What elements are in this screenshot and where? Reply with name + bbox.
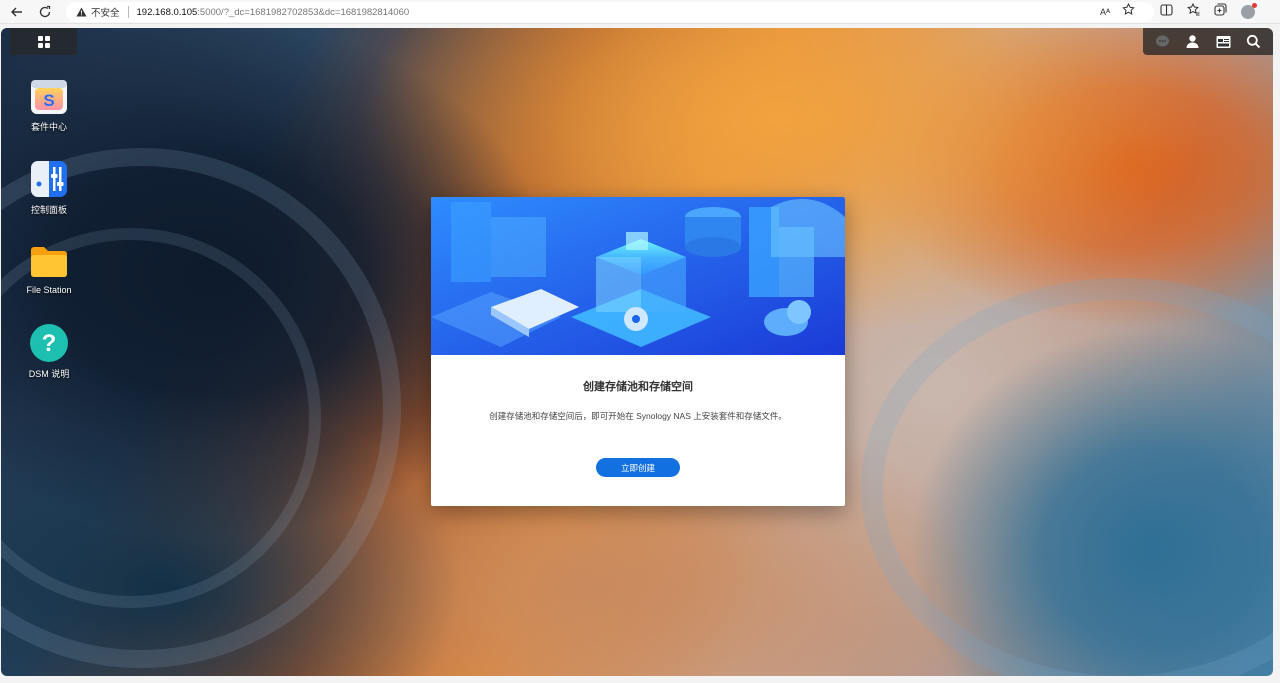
security-label: 不安全 bbox=[91, 8, 120, 19]
dsm-desktop: S 套件中心 控制面板 File Station ? DSM 说明 创建存储池和… bbox=[1, 28, 1273, 676]
split-screen-button[interactable] bbox=[1160, 3, 1173, 21]
reload-button[interactable] bbox=[30, 0, 60, 24]
url-host: 192.168.0.105 bbox=[136, 6, 198, 18]
collections-button[interactable] bbox=[1214, 3, 1227, 21]
user-button[interactable] bbox=[1183, 32, 1203, 52]
read-aloud-icon: Aᴬ bbox=[1100, 7, 1111, 17]
widgets-button[interactable] bbox=[1213, 32, 1233, 52]
favorites-icon bbox=[1187, 2, 1200, 16]
warning-icon bbox=[76, 7, 87, 17]
security-indicator[interactable]: 不安全 bbox=[76, 5, 120, 19]
apps-grid-icon bbox=[37, 35, 50, 48]
package-center-icon: S bbox=[31, 80, 67, 114]
create-storage-dialog: 创建存储池和存储空间 创建存储池和存储空间后，即可开始在 Synology NA… bbox=[431, 197, 845, 506]
search-button[interactable] bbox=[1244, 32, 1264, 52]
dialog-description: 创建存储池和存储空间后，即可开始在 Synology NAS 上安装套件和存储文… bbox=[489, 411, 787, 421]
back-button[interactable] bbox=[2, 0, 32, 24]
desktop-icon-label: DSM 说明 bbox=[28, 369, 70, 379]
reload-icon bbox=[39, 5, 51, 18]
desktop-shortcut-control-panel[interactable]: 控制面板 bbox=[9, 159, 89, 216]
browser-toolbar: 不安全 192.168.0.105:5000/?_dc=168198270285… bbox=[0, 0, 1280, 24]
create-now-button[interactable]: 立即创建 bbox=[596, 458, 680, 477]
back-arrow-icon bbox=[11, 7, 22, 17]
control-panel-icon bbox=[31, 161, 67, 197]
desktop-shortcut-package-center[interactable]: S 套件中心 bbox=[9, 76, 89, 133]
favorites-button[interactable] bbox=[1187, 2, 1200, 21]
split-screen-icon bbox=[1160, 4, 1173, 16]
dialog-title: 创建存储池和存储空间 bbox=[583, 381, 693, 393]
profile-button[interactable] bbox=[1241, 3, 1257, 19]
main-menu-button[interactable] bbox=[10, 28, 77, 55]
help-icon: ? bbox=[30, 324, 68, 362]
url-path: :5000/?_dc=1681982702853&dc=168198281406… bbox=[197, 6, 410, 18]
address-bar[interactable]: 不安全 192.168.0.105:5000/?_dc=168198270285… bbox=[66, 2, 1154, 22]
read-aloud-button[interactable]: Aᴬ bbox=[1100, 7, 1110, 17]
desktop-shortcut-file-station[interactable]: File Station bbox=[9, 241, 89, 295]
notifications-button[interactable] bbox=[1152, 32, 1172, 52]
svg-text:S: S bbox=[43, 91, 54, 110]
window-bottom-edge bbox=[0, 676, 1280, 683]
address-divider bbox=[127, 6, 129, 18]
user-icon bbox=[1186, 35, 1199, 48]
widgets-icon bbox=[1216, 35, 1231, 48]
desktop-shortcut-dsm-help[interactable]: ? DSM 说明 bbox=[9, 323, 89, 380]
wallpaper-swirl bbox=[861, 278, 1273, 676]
chat-bubble-icon bbox=[1155, 35, 1169, 47]
folder-icon bbox=[31, 247, 67, 277]
search-icon bbox=[1247, 34, 1261, 49]
svg-text:?: ? bbox=[42, 330, 57, 357]
desktop-icon-label: 套件中心 bbox=[30, 122, 67, 132]
favorite-button[interactable] bbox=[1122, 2, 1135, 21]
desktop-icon-label: File Station bbox=[26, 285, 72, 295]
profile-avatar bbox=[1241, 3, 1257, 19]
storage-illustration-banner bbox=[431, 197, 845, 355]
system-tray bbox=[1143, 28, 1273, 55]
collections-icon bbox=[1214, 3, 1227, 16]
desktop-icon-label: 控制面板 bbox=[30, 205, 67, 215]
star-add-icon bbox=[1122, 2, 1135, 15]
